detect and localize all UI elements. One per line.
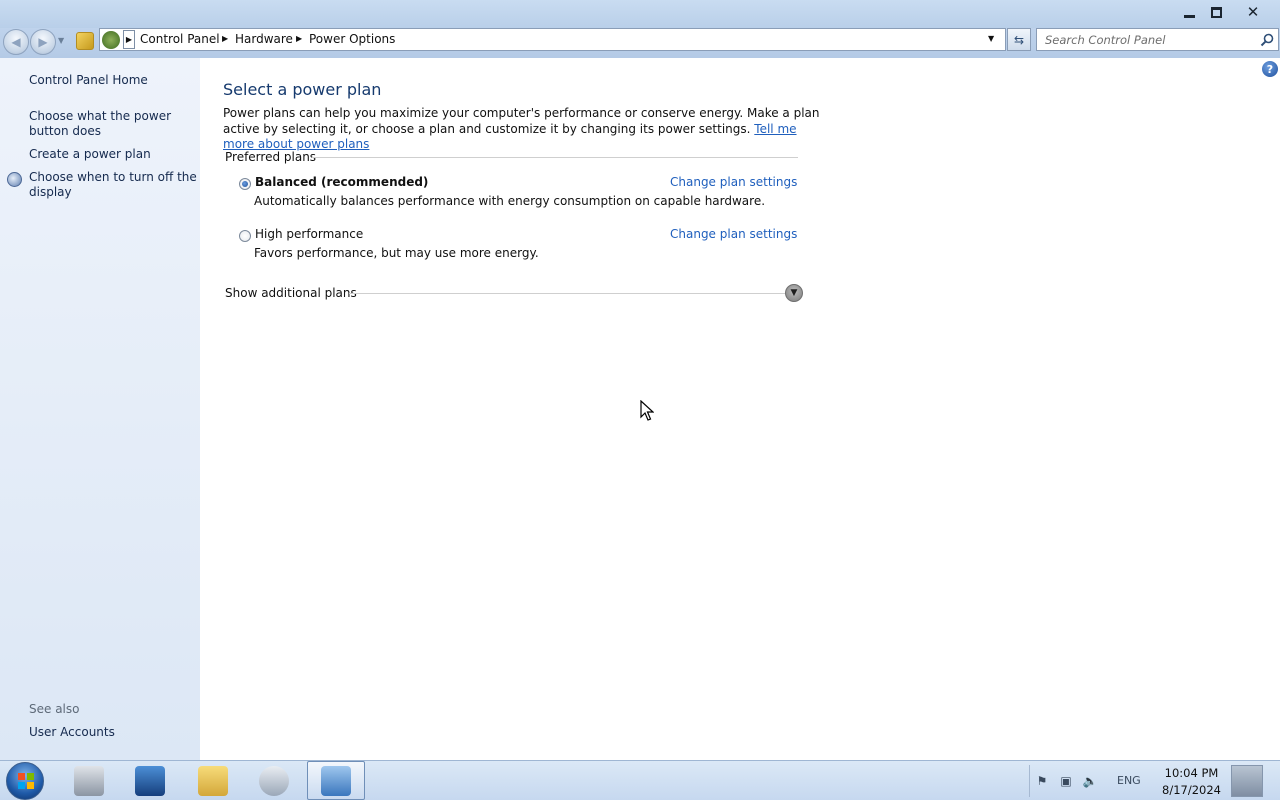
high-performance-plan-name[interactable]: High performance [255,227,363,241]
file-explorer-icon [198,765,228,796]
address-dropdown-icon[interactable]: ▼ [988,34,994,43]
balanced-plan-radio[interactable] [239,178,251,190]
refresh-button[interactable]: ⇆ [1007,28,1031,51]
expand-chevron-icon[interactable]: ▼ [785,284,803,302]
see-also-heading: See also [29,702,80,716]
disk-utility-icon [259,765,289,796]
server-manager-icon [74,765,104,796]
high-performance-change-plan-settings-link[interactable]: Change plan settings [670,227,797,241]
taskbar-powershell[interactable] [121,761,179,800]
page-title: Select a power plan [223,80,382,99]
taskbar-disk-utility[interactable] [245,761,303,800]
refresh-icon: ⇆ [1013,32,1025,47]
network-icon[interactable]: ▣ [1058,773,1074,789]
balanced-plan-name[interactable]: Balanced (recommended) [255,175,428,189]
sidebar-item-control-panel-home[interactable]: Control Panel Home [29,73,199,88]
help-icon[interactable]: ? [1262,61,1278,77]
description-text: Power plans can help you maximize your c… [223,106,820,136]
address-bar[interactable]: ▶ Control Panel ▶ Hardware ▶ Power Optio… [99,28,1006,51]
breadcrumb-root-arrow-icon[interactable]: ▶ [123,30,135,49]
breadcrumb-power-options[interactable]: Power Options [309,32,395,46]
powershell-icon [135,765,165,796]
high-performance-plan-description: Favors performance, but may use more ene… [254,246,539,260]
page-description: Power plans can help you maximize your c… [223,106,823,153]
minimize-button[interactable] [1176,2,1202,22]
tray-separator [1029,765,1030,797]
search-box[interactable] [1036,28,1279,51]
divider [349,293,785,294]
windows-logo-icon [18,773,34,789]
control-panel-icon [321,765,351,796]
show-additional-plans-label[interactable]: Show additional plans [225,286,357,300]
taskbar-file-explorer[interactable] [184,761,242,800]
balanced-plan-description: Automatically balances performance with … [254,194,766,208]
sidebar-item-create-power-plan[interactable]: Create a power plan [29,147,199,162]
balanced-change-plan-settings-link[interactable]: Change plan settings [670,175,797,189]
taskbar-control-panel[interactable] [307,761,365,800]
user-avatar[interactable] [1231,765,1263,797]
divider [312,157,798,158]
breadcrumb-hardware[interactable]: Hardware [235,32,293,46]
clock-time[interactable]: 10:04 PM [1154,766,1229,780]
mouse-cursor-icon [640,400,654,421]
forward-button[interactable]: ▶ [30,29,56,55]
close-icon: ✕ [1246,3,1260,21]
title-bar: ✕ [0,0,1280,28]
start-button[interactable] [6,762,44,800]
sidebar-item-power-button[interactable]: Choose what the power button does [29,109,199,139]
left-task-pane: Control Panel Home Choose what the power… [0,58,200,760]
taskbar: ⚑ ▣ 🔈 ENG 10:04 PM 8/17/2024 [0,760,1280,800]
restore-icon [1210,6,1222,18]
language-indicator[interactable]: ENG [1117,774,1141,787]
recent-pages-dropdown-icon[interactable]: ▼ [58,36,64,45]
sidebar-item-turn-off-display[interactable]: Choose when to turn off the display [29,170,199,200]
main-content: ? Select a power plan Power plans can he… [200,58,1280,760]
high-performance-plan-radio[interactable] [239,230,251,242]
close-button[interactable]: ✕ [1240,2,1266,22]
search-icon[interactable] [1259,32,1275,48]
breadcrumb-control-panel[interactable]: Control Panel [140,32,220,46]
volume-muted-icon[interactable]: 🔈 [1082,773,1098,789]
action-center-flag-icon[interactable]: ⚑ [1034,773,1050,789]
taskbar-server-manager[interactable] [60,761,118,800]
restore-button[interactable] [1203,2,1229,22]
minimize-icon [1183,14,1195,18]
preferred-plans-heading: Preferred plans [225,150,317,164]
control-panel-icon [102,31,120,49]
clock-date[interactable]: 8/17/2024 [1154,783,1229,797]
breadcrumb-separator-icon[interactable]: ▶ [296,34,302,43]
up-folder-icon[interactable] [76,32,94,50]
back-arrow-icon: ◀ [11,35,21,49]
display-clock-icon [7,172,22,187]
back-button[interactable]: ◀ [3,29,29,55]
search-input[interactable] [1037,29,1252,50]
forward-arrow-icon: ▶ [38,35,48,49]
sidebar-item-user-accounts[interactable]: User Accounts [29,725,199,740]
navigation-bar: ◀ ▶ ▼ ▶ Control Panel ▶ Hardware ▶ Power… [0,28,1280,58]
breadcrumb-separator-icon[interactable]: ▶ [222,34,228,43]
